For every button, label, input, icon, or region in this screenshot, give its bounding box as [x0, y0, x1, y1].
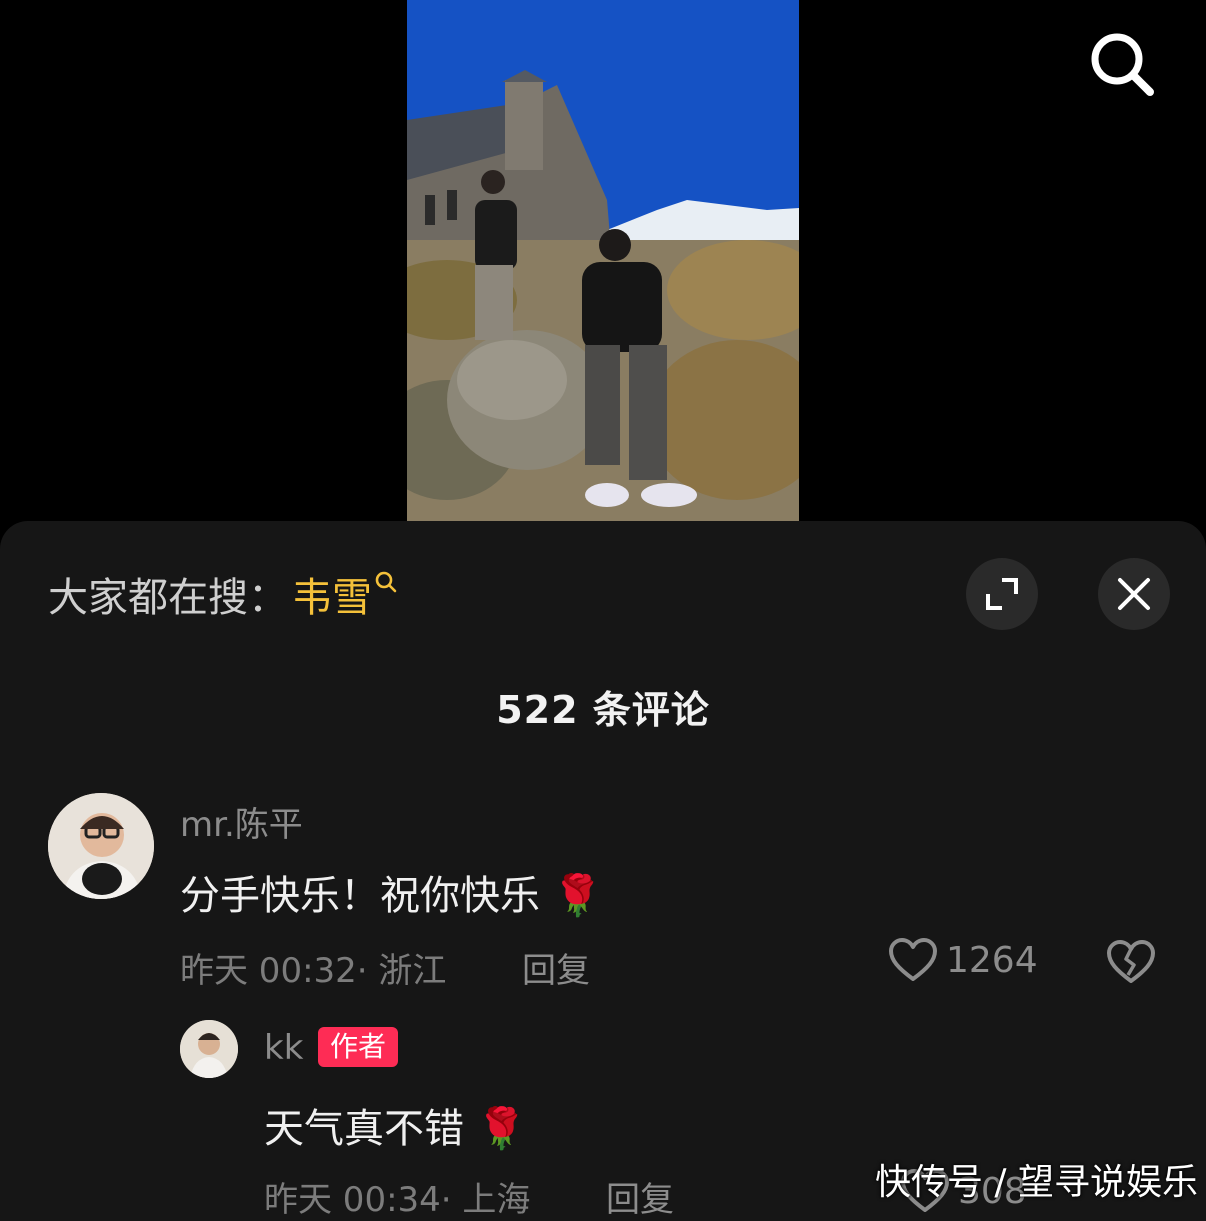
comment-sheet: 大家都在搜： 韦雪 522 条评论 mr.陈平 分手快乐！祝你快乐 🌹 昨天 0…	[0, 521, 1206, 1221]
author-badge: 作者	[318, 1027, 399, 1067]
comment-body: 分手快乐！祝你快乐	[180, 873, 540, 919]
reply-body: 天气真不错	[264, 1106, 464, 1152]
watermark: 快传号 / 望寻说娱乐	[874, 1162, 1198, 1203]
reply-button[interactable]: 回复	[606, 1172, 674, 1221]
hot-search-bar[interactable]: 大家都在搜： 韦雪	[48, 569, 398, 621]
rose-emoji: 🌹	[476, 1106, 527, 1152]
video-player[interactable]	[0, 0, 1206, 522]
expand-button[interactable]	[966, 558, 1038, 630]
reply-username[interactable]: kk	[264, 1028, 303, 1068]
comment-text: 分手快乐！祝你快乐 🌹	[180, 863, 603, 921]
search-icon	[1091, 33, 1154, 96]
hot-search-keyword[interactable]: 韦雪	[292, 565, 372, 623]
comment-username[interactable]: mr.陈平	[180, 797, 303, 846]
comment-meta: 昨天 00:32· 浙江	[180, 951, 447, 991]
search-icon	[375, 571, 397, 593]
hot-search-prefix: 大家都在搜：	[48, 575, 288, 621]
video-frame[interactable]	[407, 0, 799, 522]
like-count: 1264	[946, 939, 1038, 981]
video-scene-image	[407, 0, 799, 522]
close-button[interactable]	[1098, 558, 1170, 630]
expand-icon	[986, 578, 1018, 610]
rose-emoji: 🌹	[552, 873, 603, 919]
reply-meta: 昨天 00:34· 上海	[264, 1180, 531, 1220]
avatar[interactable]	[48, 793, 154, 899]
reply-button[interactable]: 回复	[522, 943, 590, 992]
comment-count-title: 522 条评论	[496, 688, 710, 732]
close-icon	[1118, 578, 1150, 610]
comment-item: mr.陈平 分手快乐！祝你快乐 🌹 昨天 00:32· 浙江 回复 1264	[0, 791, 1206, 1011]
broken-heart-icon	[1107, 940, 1155, 983]
avatar[interactable]	[180, 1020, 238, 1078]
heart-icon	[889, 938, 937, 981]
search-button[interactable]	[1086, 28, 1158, 100]
like-button[interactable]: 1264	[888, 937, 1038, 983]
reply-text: 天气真不错 🌹	[264, 1096, 527, 1154]
dislike-button[interactable]	[1106, 939, 1156, 989]
